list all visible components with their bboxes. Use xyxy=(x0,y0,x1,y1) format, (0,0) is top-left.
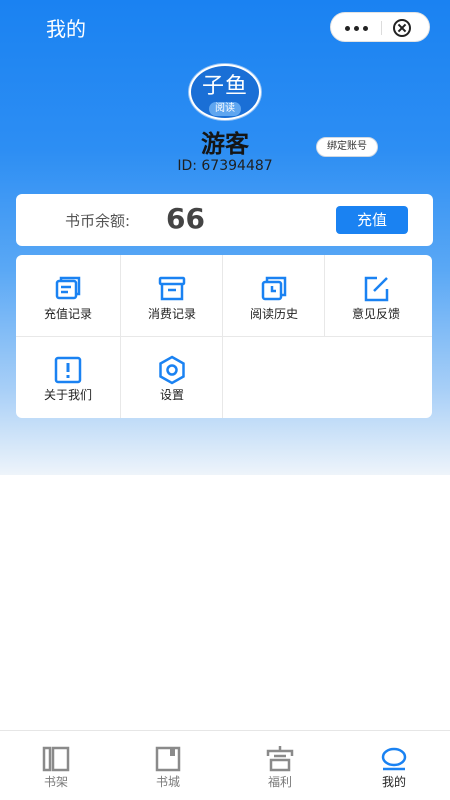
user-id: ID: 67394487 xyxy=(177,158,273,174)
menu-item-label: 消费记录 xyxy=(147,307,196,321)
title-bar: 我的 xyxy=(0,0,450,54)
balance-value: 66 xyxy=(166,202,205,235)
menu-item-label: 设置 xyxy=(159,388,184,402)
tab-label: 书架 xyxy=(43,775,68,789)
profile-icon xyxy=(381,747,407,771)
menu-item-recharge-record[interactable]: 充值记录 xyxy=(16,255,120,336)
bottom-tab-bar: 书架 书城 福利 我的 xyxy=(0,730,450,800)
capsule-divider xyxy=(381,21,382,35)
menu-item-about-us[interactable]: 关于我们 xyxy=(16,336,120,417)
tab-bookstore[interactable]: 书城 xyxy=(112,731,224,800)
tab-label: 我的 xyxy=(381,775,406,789)
mini-program-capsule xyxy=(330,12,430,42)
avatar-logo-text: 子鱼 xyxy=(201,74,248,99)
menu-grid: 充值记录 消费记录 阅读历史 意见反馈 关于我们 设置 xyxy=(16,255,432,418)
bind-account-button[interactable]: 绑定账号 xyxy=(316,137,378,157)
user-name: 游客 xyxy=(201,130,249,158)
bookstore-icon xyxy=(155,746,181,772)
tab-label: 福利 xyxy=(267,775,292,789)
welfare-icon xyxy=(266,746,294,772)
tab-bookshelf[interactable]: 书架 xyxy=(0,731,112,800)
recharge-record-icon xyxy=(55,276,81,300)
menu-item-label: 阅读历史 xyxy=(249,307,298,321)
tab-label: 书城 xyxy=(155,775,180,789)
avatar[interactable]: 子鱼 阅读 xyxy=(189,64,261,120)
reading-history-icon xyxy=(261,276,287,301)
menu-item-feedback[interactable]: 意见反馈 xyxy=(324,255,428,336)
tab-profile[interactable]: 我的 xyxy=(338,731,450,800)
menu-item-label: 充值记录 xyxy=(43,307,92,321)
menu-item-settings[interactable]: 设置 xyxy=(120,336,224,417)
about-us-icon xyxy=(54,356,82,384)
more-menu-icon[interactable] xyxy=(331,13,381,43)
settings-icon xyxy=(159,355,185,385)
close-icon[interactable] xyxy=(393,19,411,37)
tab-welfare[interactable]: 福利 xyxy=(224,731,336,800)
recharge-button[interactable]: 充值 xyxy=(336,206,408,234)
page-title: 我的 xyxy=(46,17,86,41)
balance-label: 书币余额: xyxy=(65,212,131,230)
bookshelf-icon xyxy=(42,746,70,772)
feedback-icon xyxy=(364,276,389,302)
menu-item-label: 意见反馈 xyxy=(351,307,400,321)
menu-item-consume-record[interactable]: 消费记录 xyxy=(120,255,224,336)
menu-item-label: 关于我们 xyxy=(43,388,92,402)
avatar-logo-subtext: 阅读 xyxy=(209,102,241,116)
menu-item-reading-history[interactable]: 阅读历史 xyxy=(222,255,326,336)
balance-card: 书币余额: 66 充值 xyxy=(16,194,433,246)
consume-record-icon xyxy=(158,276,186,301)
